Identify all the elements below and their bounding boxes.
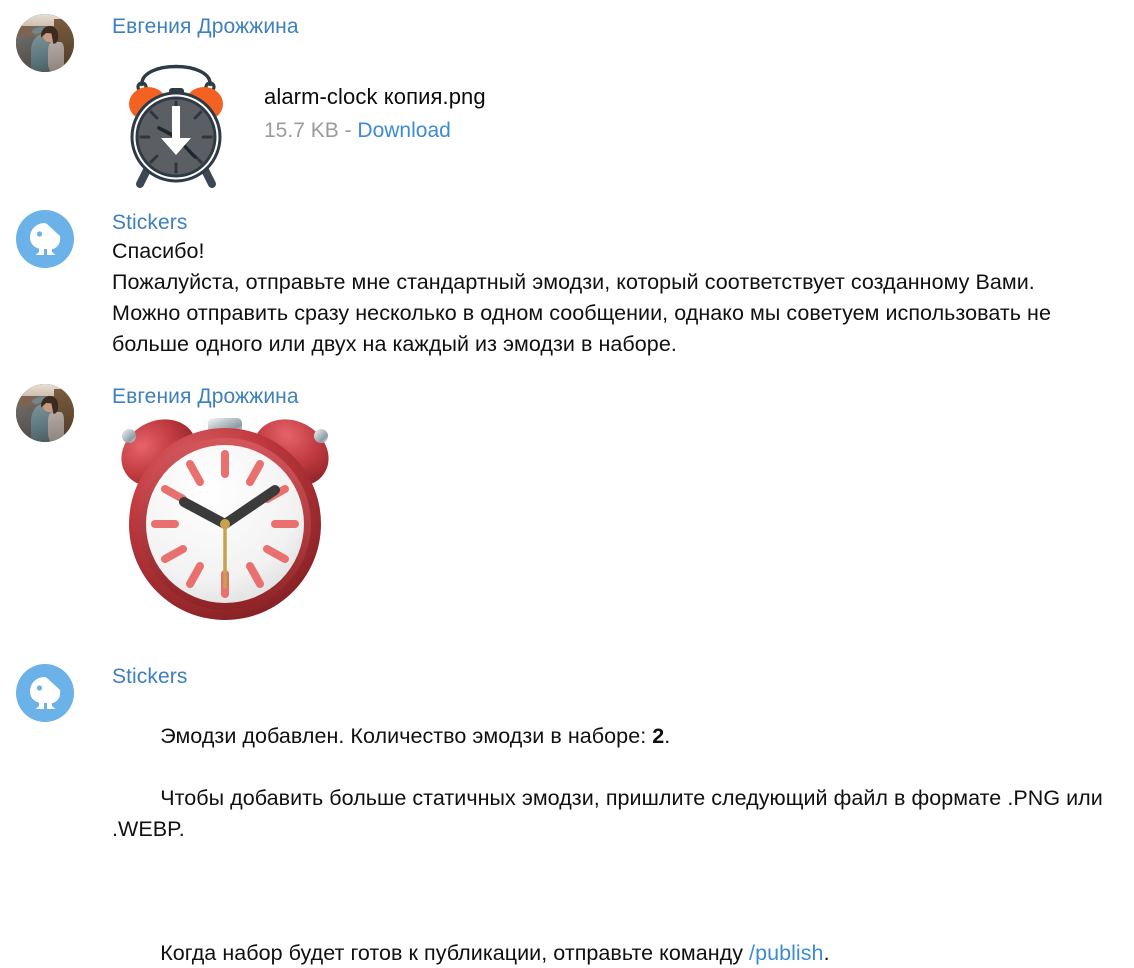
publish-command-link[interactable]: /publish bbox=[749, 941, 824, 965]
message-text: Эмодзи добавлен. Количество эмодзи в наб… bbox=[112, 690, 1114, 968]
file-subtitle: 15.7 KB - Download bbox=[264, 116, 486, 146]
emoji-count: 2 bbox=[652, 724, 665, 748]
avatar-slot bbox=[14, 14, 76, 72]
sender-name[interactable]: Евгения Дрожжина bbox=[112, 14, 1114, 40]
download-link[interactable]: Download bbox=[357, 119, 450, 142]
publish-instruction-prefix: Когда набор будет готов к публикации, от… bbox=[160, 941, 750, 965]
sender-name[interactable]: Stickers bbox=[112, 210, 1114, 236]
sticker-duck-icon bbox=[30, 223, 61, 255]
avatar-photo-scarf bbox=[48, 411, 64, 442]
sender-name[interactable]: Евгения Дрожжина bbox=[112, 384, 1114, 410]
avatar[interactable] bbox=[16, 210, 74, 268]
sender-name[interactable]: Stickers bbox=[112, 664, 1114, 690]
message-body: Евгения Дрожжина bbox=[76, 384, 1114, 626]
avatar-slot bbox=[14, 664, 76, 722]
sticker-duck-icon bbox=[30, 677, 61, 709]
emoji-added-suffix: . bbox=[664, 724, 671, 748]
message-body: Stickers Эмодзи добавлен. Количество эмо… bbox=[76, 664, 1114, 968]
format-instruction: Чтобы добавить больше статичных эмодзи, … bbox=[112, 786, 1109, 841]
avatar[interactable] bbox=[16, 384, 74, 442]
message-user-sticker: Евгения Дрожжина bbox=[0, 384, 1134, 626]
avatar[interactable] bbox=[16, 664, 74, 722]
alarm-clock-emoji-icon[interactable] bbox=[112, 414, 338, 626]
alarm-clock-thumbnail-icon[interactable] bbox=[112, 42, 240, 190]
message-bot-confirmation: Stickers Эмодзи добавлен. Количество эмо… bbox=[0, 664, 1134, 968]
avatar-slot bbox=[14, 210, 76, 268]
file-name: alarm-clock копия.png bbox=[264, 84, 486, 109]
avatar[interactable] bbox=[16, 14, 74, 72]
emoji-added-prefix: Эмодзи добавлен. Количество эмодзи в наб… bbox=[160, 724, 653, 748]
message-bot-emoji-request: Stickers Спасибо! Пожалуйста, отправьте … bbox=[0, 210, 1134, 360]
message-text: Спасибо! Пожалуйста, отправьте мне станд… bbox=[112, 239, 1051, 356]
avatar-photo-scarf bbox=[48, 41, 64, 72]
message-body: Stickers Спасибо! Пожалуйста, отправьте … bbox=[76, 210, 1114, 360]
message-file-upload: Евгения Дрожжина alarm-clock копия.png 1… bbox=[0, 14, 1134, 190]
file-size: 15.7 KB bbox=[264, 119, 339, 142]
publish-instruction-suffix: . bbox=[823, 941, 830, 965]
file-separator: - bbox=[344, 119, 352, 142]
file-attachment[interactable]: alarm-clock копия.png 15.7 KB - Download bbox=[112, 42, 1114, 190]
file-meta: alarm-clock копия.png 15.7 KB - Download bbox=[240, 82, 486, 150]
avatar-slot bbox=[14, 384, 76, 442]
telegram-chat-thread: Евгения Дрожжина alarm-clock копия.png 1… bbox=[0, 14, 1134, 968]
message-body: Евгения Дрожжина bbox=[76, 14, 1114, 190]
